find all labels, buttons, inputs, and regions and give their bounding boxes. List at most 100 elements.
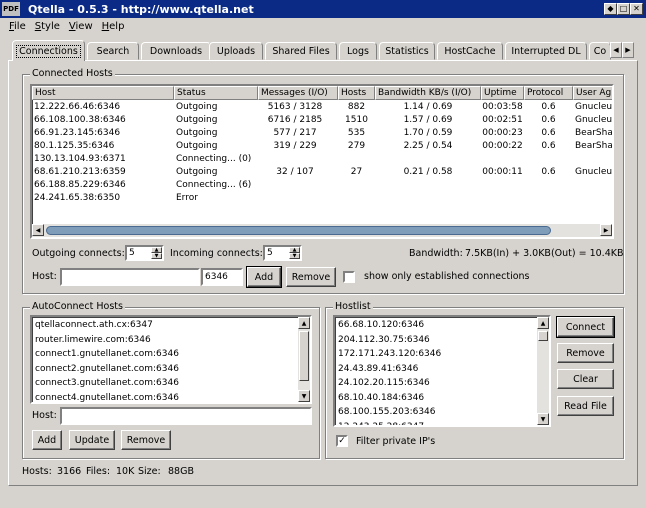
table-row[interactable]: 66.91.23.145:6346 Outgoing 577 / 217 535 1.7… (32, 127, 612, 140)
tab-uploads[interactable]: Uploads (209, 42, 263, 60)
autoconnect-list[interactable]: qtellaconnect.ath.cx:6347 router.limewire… (30, 315, 312, 404)
list-item[interactable]: router.limewire.com:6346 (35, 333, 151, 347)
autoconnect-host-input[interactable] (60, 407, 312, 425)
col-user-agent[interactable]: User Ag (573, 86, 612, 100)
list-item[interactable]: connect4.gnutellanet.com:6346 (35, 391, 179, 403)
list-item[interactable]: 12.243.25.28:6347 (338, 420, 424, 426)
port-input[interactable]: 6346 (201, 268, 243, 286)
incoming-connects-spinbox[interactable]: 5 ▲ ▼ (263, 245, 302, 261)
list-item[interactable]: 68.100.155.203:6346 (338, 405, 436, 419)
tab-statistics[interactable]: Statistics (379, 42, 435, 60)
minimize-button[interactable]: ◆ (604, 3, 617, 15)
col-uptime[interactable]: Uptime (481, 86, 524, 100)
table-cell (575, 179, 612, 192)
table-row[interactable]: 80.1.125.35:6346 Outgoing 319 / 229 279 2.25… (32, 140, 613, 153)
table-cell: Outgoing (176, 102, 218, 112)
autoconnect-vscrollbar[interactable]: ▲ ▼ (298, 317, 310, 402)
list-item[interactable]: 24.102.20.115:6346 (338, 376, 430, 390)
tab-shared-files[interactable]: Shared Files (265, 42, 337, 60)
table-row[interactable]: 68.61.210.213:6359 Outgoing 32 / 107 27 0.21… (32, 166, 612, 179)
col-bandwidth[interactable]: Bandwidth KB/s (I/O) (375, 86, 481, 100)
list-item[interactable]: qtellaconnect.ath.cx:6347 (35, 318, 153, 332)
list-item[interactable]: 204.112.30.75:6346 (338, 333, 430, 347)
established-checkbox[interactable] (343, 271, 355, 283)
tab-interrupted-dl[interactable]: Interrupted DL (505, 42, 587, 60)
remove-host-button[interactable]: Remove (286, 267, 336, 287)
maximize-button[interactable]: □ (617, 3, 630, 15)
col-messages[interactable]: Messages (I/O) (258, 86, 338, 100)
bandwidth-value: 7.5KB(In) + 3.0KB(Out) = 10.4KB (465, 248, 624, 259)
table-row[interactable]: 24.241.65.38:6350 Error (32, 192, 612, 205)
table-row[interactable]: 12.222.66.46:6346 Outgoing 5163 / 3128 882 1… (32, 101, 612, 114)
list-item[interactable]: connect2.gnutellanet.com:6346 (35, 362, 179, 376)
autoconnect-remove-button[interactable]: Remove (121, 430, 171, 450)
tab-search[interactable]: Search (87, 42, 139, 60)
list-item[interactable]: 172.171.243.120:6346 (338, 347, 441, 361)
table-cell (338, 153, 375, 166)
tab-co[interactable]: Co (589, 42, 611, 60)
add-host-button[interactable]: Add (246, 266, 282, 288)
tab-scroll-right-icon[interactable]: ▶ (622, 42, 634, 58)
tab-connections[interactable]: Connections (12, 40, 85, 61)
tab-logs[interactable]: Logs (339, 42, 377, 60)
list-item[interactable]: connect1.gnutellanet.com:6346 (35, 347, 179, 361)
scroll-right-icon[interactable]: ▶ (600, 224, 612, 236)
hosts-table[interactable]: Host Status Messages (I/O) Hosts Bandwid… (30, 84, 614, 239)
table-cell (575, 192, 612, 205)
hosts-hscrollbar[interactable]: ◀ ▶ (32, 224, 612, 237)
hostlist-remove-button[interactable]: Remove (557, 343, 614, 363)
scroll-up-icon[interactable]: ▲ (298, 317, 310, 329)
host-label: Host: (32, 271, 57, 282)
read-file-button[interactable]: Read File (557, 396, 614, 416)
list-item[interactable]: 24.43.89.41:6346 (338, 362, 418, 376)
outgoing-connects-spinbox[interactable]: 5 ▲ ▼ (125, 245, 164, 261)
table-row[interactable]: 66.188.85.229:6346 Connecting... (6) (32, 179, 612, 192)
vscroll-thumb[interactable] (538, 331, 548, 341)
hostlist-vscrollbar[interactable]: ▲ ▼ (537, 317, 549, 425)
scroll-up-icon[interactable]: ▲ (537, 317, 549, 329)
hscroll-thumb[interactable] (46, 226, 551, 235)
menu-help[interactable]: Help (102, 21, 125, 32)
connect-button[interactable]: Connect (556, 316, 615, 338)
table-cell: Outgoing (176, 128, 218, 138)
tab-scroll-left-icon[interactable]: ◀ (610, 42, 622, 58)
table-cell: Connecting... (0) (176, 154, 252, 164)
autoconnect-update-button[interactable]: Update (69, 430, 115, 450)
col-protocol[interactable]: Protocol (524, 86, 573, 100)
clear-button[interactable]: Clear (557, 369, 614, 389)
scroll-left-icon[interactable]: ◀ (32, 224, 44, 236)
table-cell (481, 192, 524, 205)
table-cell: BearSha (575, 141, 613, 151)
status-size-value: 88GB (168, 466, 194, 477)
status-size-label: Size: (138, 466, 161, 477)
table-cell: Error (176, 193, 198, 203)
menu-file[interactable]: File (9, 21, 26, 32)
table-row[interactable]: 130.13.104.93:6371 Connecting... (0) (32, 153, 612, 166)
hostlist-list[interactable]: 66.68.10.120:6346 204.112.30.75:6346 172.1… (333, 315, 551, 427)
menu-view[interactable]: View (69, 21, 93, 32)
autoconnect-add-button[interactable]: Add (32, 430, 62, 450)
filter-private-checkbox[interactable]: ✓ (336, 435, 348, 447)
list-item[interactable]: connect3.gnutellanet.com:6346 (35, 376, 179, 390)
table-row[interactable]: 66.108.100.38:6346 Outgoing 6716 / 2185 151… (32, 114, 612, 127)
spin-down-icon[interactable]: ▼ (151, 253, 162, 259)
tab-hostcache[interactable]: HostCache (437, 42, 503, 60)
col-status[interactable]: Status (174, 86, 258, 100)
spin-down-icon[interactable]: ▼ (289, 253, 300, 259)
close-button[interactable]: ✕ (630, 3, 643, 15)
tab-downloads[interactable]: Downloads (141, 42, 211, 60)
list-item[interactable]: 66.68.10.120:6346 (338, 318, 424, 332)
vscroll-thumb[interactable] (299, 331, 309, 381)
scroll-down-icon[interactable]: ▼ (537, 413, 549, 425)
table-cell: Outgoing (176, 115, 218, 125)
menu-style[interactable]: Style (35, 21, 60, 32)
autoconnect-host-label: Host: (32, 410, 57, 421)
host-input[interactable] (60, 268, 200, 286)
scroll-down-icon[interactable]: ▼ (298, 390, 310, 402)
table-cell: 319 / 229 (273, 141, 317, 151)
col-host[interactable]: Host (32, 86, 174, 100)
list-item[interactable]: 68.10.40.184:6346 (338, 391, 424, 405)
col-hosts[interactable]: Hosts (338, 86, 375, 100)
table-cell: 279 (347, 141, 366, 151)
table-cell: 1.14 / 0.69 (403, 102, 453, 112)
